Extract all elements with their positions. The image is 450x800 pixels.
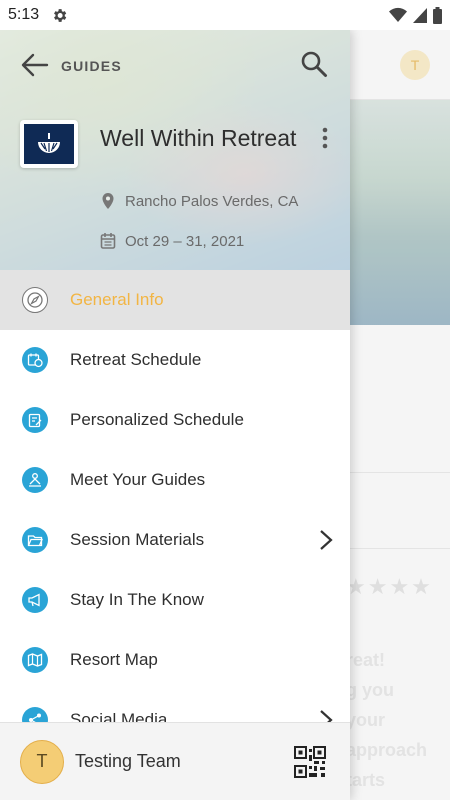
event-dates: Oct 29 – 31, 2021 — [100, 232, 244, 251]
calendar-icon — [100, 233, 116, 249]
compass-icon — [22, 287, 48, 313]
wifi-icon — [389, 7, 407, 22]
section-label: GUIDES — [61, 58, 122, 74]
menu-item-label: Meet Your Guides — [70, 470, 206, 489]
event-location: Rancho Palos Verdes, CA — [100, 192, 300, 211]
cellular-signal-icon — [413, 8, 427, 23]
menu-item-meet-your-guides[interactable]: Meet Your Guides — [0, 450, 350, 510]
location-text: Rancho Palos Verdes, CA — [125, 193, 299, 210]
menu-item-general-info[interactable]: General Info — [0, 270, 350, 330]
search-icon[interactable] — [300, 50, 328, 78]
menu-item-retreat-schedule[interactable]: Retreat Schedule — [0, 330, 350, 390]
menu-item-label: Resort Map — [70, 650, 158, 669]
settings-gear-icon — [54, 8, 67, 22]
user-name[interactable]: Testing Team — [75, 751, 181, 772]
megaphone-icon — [22, 587, 48, 613]
dates-text: Oct 29 – 31, 2021 — [125, 233, 245, 250]
navigation-drawer: GUIDES Well Within Retreat Rancho Palos … — [0, 30, 350, 800]
calendar-clock-icon — [22, 347, 48, 373]
folder-open-icon — [22, 527, 48, 553]
menu-item-label: Stay In The Know — [70, 590, 204, 609]
menu-item-resort-map[interactable]: Resort Map — [0, 630, 350, 690]
map-icon — [22, 647, 48, 673]
more-vertical-icon[interactable] — [318, 126, 332, 150]
back-arrow-icon[interactable] — [20, 52, 50, 78]
menu-item-personalized-schedule[interactable]: Personalized Schedule — [0, 390, 350, 450]
status-time: 5:13 — [8, 6, 40, 23]
clipboard-edit-icon — [22, 407, 48, 433]
menu-item-label: Session Materials — [70, 530, 205, 549]
battery-icon — [433, 6, 442, 24]
menu-item-label: General Info — [70, 290, 164, 309]
drawer-header: GUIDES Well Within Retreat Rancho Palos … — [0, 30, 350, 270]
chevron-right-icon[interactable] — [318, 528, 334, 552]
event-logo — [20, 120, 78, 168]
qr-code-icon[interactable] — [294, 746, 326, 778]
user-avatar[interactable]: T — [20, 739, 64, 784]
location-pin-icon — [102, 193, 114, 209]
status-bar: 5:13 — [0, 0, 450, 30]
presenter-icon — [22, 467, 48, 493]
menu-item-stay-in-the-know[interactable]: Stay In The Know — [0, 570, 350, 630]
menu-item-label: Retreat Schedule — [70, 350, 202, 369]
drawer-menu: General Info Retreat Schedule Personaliz… — [0, 270, 350, 750]
menu-item-label: Personalized Schedule — [70, 410, 244, 429]
event-title: Well Within Retreat — [100, 125, 297, 151]
menu-item-session-materials[interactable]: Session Materials — [0, 510, 350, 570]
sun-logo-icon — [38, 133, 60, 153]
drawer-footer: T Testing Team — [0, 722, 350, 800]
